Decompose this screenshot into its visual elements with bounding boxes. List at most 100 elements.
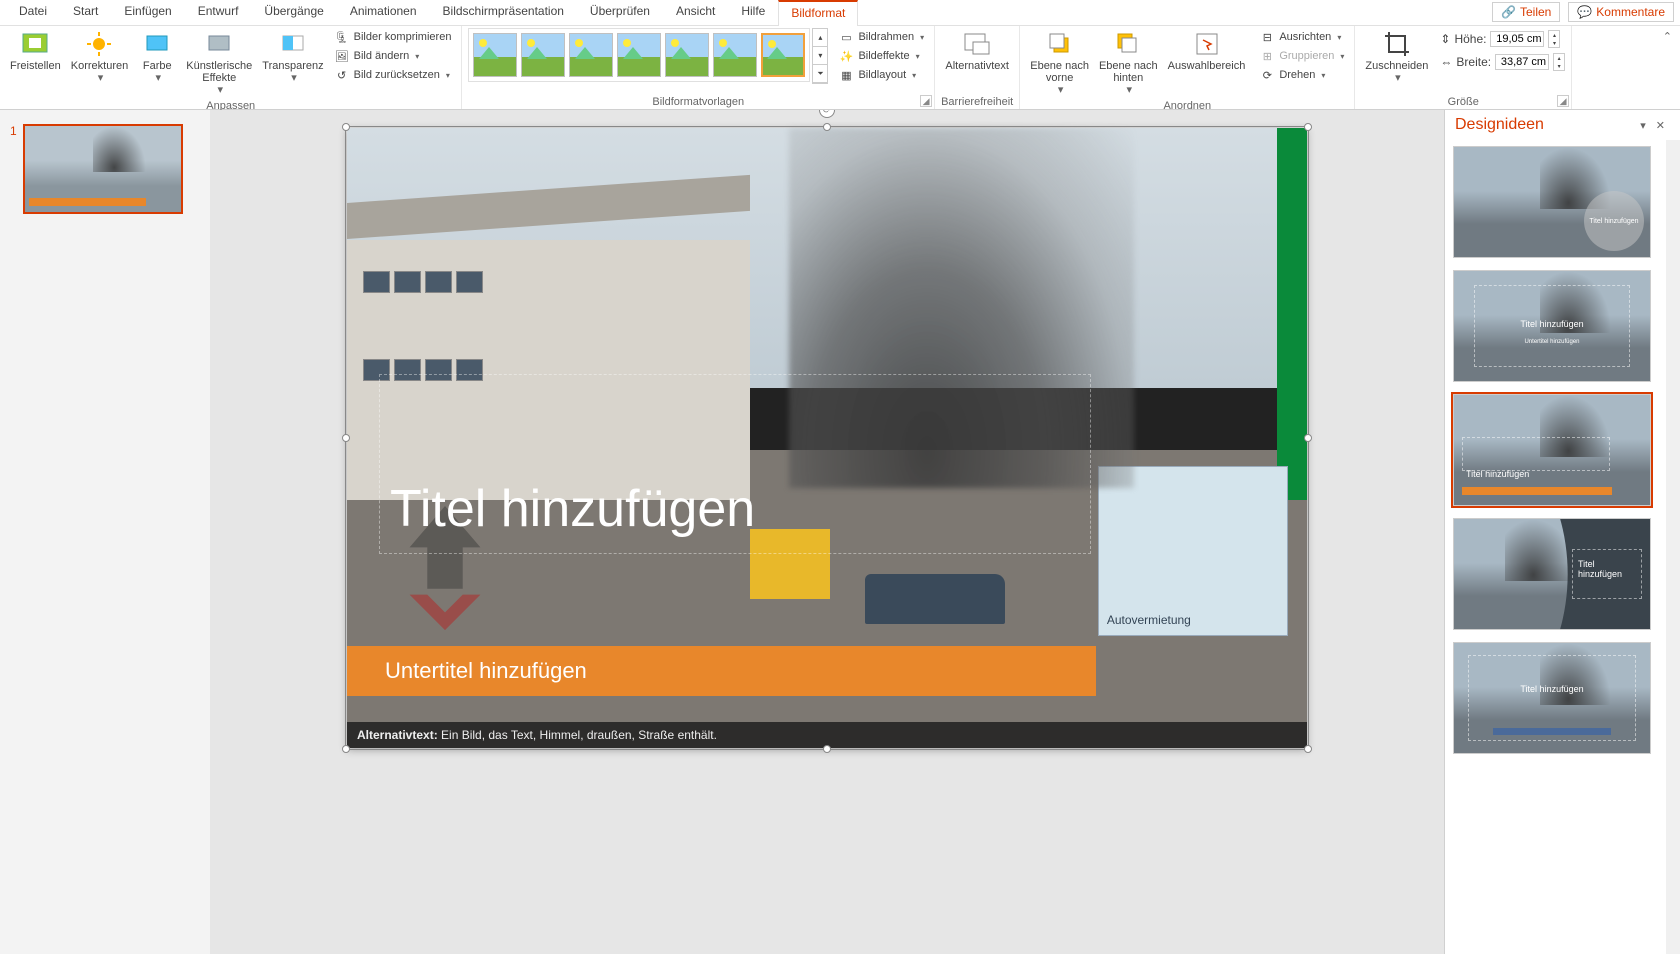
send-backward-button[interactable]: Ebene nach hinten▾ (1095, 28, 1162, 98)
transparency-icon (279, 30, 307, 58)
tab-bildformat[interactable]: Bildformat (778, 0, 858, 26)
resize-handle-tl[interactable] (342, 123, 350, 131)
effects-icon: ✨ (838, 48, 854, 64)
title-placeholder[interactable]: Titel hinzufügen (379, 374, 1091, 554)
border-icon: ▭ (838, 29, 854, 45)
design-ideas-list[interactable]: Titel hinzufügen Titel hinzufügen Untert… (1445, 140, 1666, 954)
align-button[interactable]: ⊟Ausrichten▾ (1255, 28, 1348, 46)
height-input[interactable] (1490, 31, 1544, 47)
sign-text: Autovermietung (1107, 613, 1191, 627)
resize-handle-b[interactable] (823, 745, 831, 753)
color-icon (143, 30, 171, 58)
alttext-icon (963, 30, 991, 58)
width-input[interactable] (1495, 54, 1549, 70)
style-7[interactable] (761, 33, 805, 77)
slide-editor[interactable]: Autovermietung Titel hinzufügen Untertit… (210, 110, 1444, 954)
bring-forward-button[interactable]: Ebene nach vorne▾ (1026, 28, 1093, 98)
slide-thumbnail-1[interactable] (23, 124, 183, 214)
compress-pictures-button[interactable]: 🗜Bilder komprimieren (330, 28, 456, 46)
gallery-up[interactable]: ▴ (813, 29, 827, 47)
styles-dialog-launcher[interactable]: ◢ (920, 95, 932, 107)
compress-icon: 🗜 (334, 29, 350, 45)
group-button[interactable]: ⊞Gruppieren▾ (1255, 47, 1348, 65)
tab-einfuegen[interactable]: Einfügen (111, 0, 184, 25)
picture-border-button[interactable]: ▭Bildrahmen▾ (834, 28, 928, 46)
reset-picture-button[interactable]: ↺Bild zurücksetzen▾ (330, 66, 456, 84)
design-ideas-title: Designideen (1455, 116, 1635, 134)
width-down[interactable]: ▾ (1554, 62, 1564, 70)
comments-button[interactable]: 💬Kommentare (1568, 2, 1674, 22)
subtitle-text: Untertitel hinzufügen (385, 658, 587, 683)
menu-tabs: Datei Start Einfügen Entwurf Übergänge A… (6, 0, 858, 25)
style-5[interactable] (665, 33, 709, 77)
width-label: Breite: (1456, 55, 1491, 69)
share-button[interactable]: 🔗Teilen (1492, 2, 1560, 22)
design-idea-4[interactable]: Titel hinzufügen (1453, 518, 1651, 630)
pane-options-button[interactable]: ▾ (1635, 117, 1651, 134)
height-down[interactable]: ▾ (1549, 39, 1559, 47)
gallery-down[interactable]: ▾ (813, 47, 827, 65)
tab-animationen[interactable]: Animationen (337, 0, 430, 25)
design-idea-1[interactable]: Titel hinzufügen (1453, 146, 1651, 258)
tab-hilfe[interactable]: Hilfe (728, 0, 778, 25)
height-icon: ⇕ (1440, 32, 1450, 46)
width-up[interactable]: ▴ (1554, 54, 1564, 62)
width-icon: ⇔ (1440, 55, 1452, 69)
tab-entwurf[interactable]: Entwurf (185, 0, 252, 25)
transparency-button[interactable]: Transparenz▾ (258, 28, 327, 86)
align-icon: ⊟ (1259, 29, 1275, 45)
rotate-handle[interactable]: ⟳ (819, 110, 835, 118)
style-6[interactable] (713, 33, 757, 77)
height-up[interactable]: ▴ (1549, 31, 1559, 39)
slide-canvas[interactable]: Autovermietung Titel hinzufügen Untertit… (347, 128, 1307, 748)
rotate-button[interactable]: ⟳Drehen▾ (1255, 66, 1348, 84)
design-idea-3[interactable]: Titel hinzufügen (1453, 394, 1651, 506)
style-4[interactable] (617, 33, 661, 77)
style-2[interactable] (521, 33, 565, 77)
resize-handle-r[interactable] (1304, 434, 1312, 442)
workspace: 1 Autovermietung (0, 110, 1680, 954)
crop-button[interactable]: Zuschneiden▾ (1361, 28, 1432, 86)
height-label: Höhe: (1454, 32, 1486, 46)
picture-layout-button[interactable]: ▦Bildlayout▾ (834, 66, 928, 84)
collapse-ribbon-button[interactable]: ⌃ (1663, 30, 1672, 43)
artistic-icon (205, 30, 233, 58)
corrections-button[interactable]: Korrekturen▾ (67, 28, 132, 86)
tab-uebergaenge[interactable]: Übergänge (251, 0, 336, 25)
layout-icon: ▦ (838, 67, 854, 83)
design-idea-5[interactable]: Titel hinzufügen (1453, 642, 1651, 754)
color-button[interactable]: Farbe▾ (134, 28, 180, 86)
gallery-more[interactable]: ⏷ (813, 65, 827, 83)
picture-effects-button[interactable]: ✨Bildeffekte▾ (834, 47, 928, 65)
artistic-effects-button[interactable]: Künstlerische Effekte▾ (182, 28, 256, 98)
brightness-icon (85, 30, 113, 58)
selection-pane-button[interactable]: Auswahlbereich (1164, 28, 1250, 74)
resize-handle-br[interactable] (1304, 745, 1312, 753)
alt-text-button[interactable]: Alternativtext (941, 28, 1013, 74)
change-picture-button[interactable]: 🖼Bild ändern▾ (330, 47, 456, 65)
tab-start[interactable]: Start (60, 0, 111, 25)
group-size: Zuschneiden▾ ⇕ Höhe: ▴▾ ⇔ Breite: ▴▾ Grö… (1355, 26, 1572, 109)
tab-datei[interactable]: Datei (6, 0, 60, 25)
resize-handle-bl[interactable] (342, 745, 350, 753)
design-scrollbar[interactable] (1666, 140, 1680, 954)
tab-bildschirm[interactable]: Bildschirmpräsentation (430, 0, 577, 25)
picture-style-gallery (468, 28, 810, 82)
style-1[interactable] (473, 33, 517, 77)
resize-handle-tr[interactable] (1304, 123, 1312, 131)
resize-handle-t[interactable] (823, 123, 831, 131)
slide-thumbnail-panel[interactable]: 1 (0, 110, 210, 954)
style-3[interactable] (569, 33, 613, 77)
subtitle-placeholder[interactable]: Untertitel hinzufügen (347, 646, 1096, 696)
remove-background-button[interactable]: Freistellen (6, 28, 65, 74)
title-text: Titel hinzufügen (390, 479, 755, 539)
reset-icon: ↺ (334, 67, 350, 83)
design-idea-2[interactable]: Titel hinzufügen Untertitel hinzufügen (1453, 270, 1651, 382)
resize-handle-l[interactable] (342, 434, 350, 442)
style-gallery-nav: ▴ ▾ ⏷ (812, 28, 828, 84)
tab-ansicht[interactable]: Ansicht (663, 0, 728, 25)
pane-close-button[interactable]: ✕ (1651, 117, 1670, 134)
size-dialog-launcher[interactable]: ◢ (1557, 95, 1569, 107)
share-icon: 🔗 (1501, 5, 1516, 19)
tab-ueberpruefen[interactable]: Überprüfen (577, 0, 663, 25)
